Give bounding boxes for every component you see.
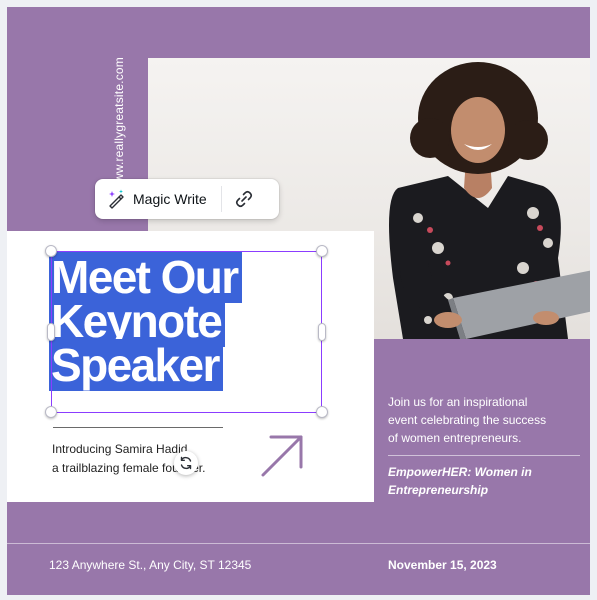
date-text[interactable]: November 15, 2023 xyxy=(388,558,497,572)
event-description[interactable]: Join us for an inspirational event celeb… xyxy=(388,393,584,447)
address-text[interactable]: 123 Anywhere St., Any City, ST 12345 xyxy=(49,558,251,572)
event-divider xyxy=(388,455,580,456)
rotate-icon xyxy=(180,456,192,470)
website-label: www.reallygreatsite.com xyxy=(112,57,126,191)
link-icon xyxy=(235,190,252,208)
magic-write-button[interactable]: Magic Write xyxy=(95,179,217,219)
headline-line-3: Speaker xyxy=(49,339,242,391)
magic-pen-icon xyxy=(109,189,124,209)
resize-handle-right[interactable] xyxy=(318,323,326,341)
rotate-handle[interactable] xyxy=(174,451,198,475)
intro-divider xyxy=(53,427,223,428)
resize-handle-top-left[interactable] xyxy=(45,245,57,257)
resize-handle-bottom-right[interactable] xyxy=(316,406,328,418)
arrow-up-right-icon[interactable] xyxy=(257,431,307,481)
magic-write-label: Magic Write xyxy=(133,191,207,207)
resize-handle-bottom-left[interactable] xyxy=(45,406,57,418)
resize-handle-top-right[interactable] xyxy=(316,245,328,257)
headline-text[interactable]: Meet Our Keynote Speaker xyxy=(49,251,242,391)
text-context-toolbar: Magic Write xyxy=(95,179,279,219)
design-canvas[interactable]: www.reallygreatsite.com Meet Our Keynote… xyxy=(7,7,590,595)
headline-line-2: Keynote xyxy=(49,295,242,347)
headline-line-1: Meet Our xyxy=(49,251,242,303)
resize-handle-left[interactable] xyxy=(47,323,55,341)
link-button[interactable] xyxy=(222,179,266,219)
footer-divider xyxy=(7,543,590,544)
event-name[interactable]: EmpowerHER: Women in Entrepreneurship xyxy=(388,463,578,499)
